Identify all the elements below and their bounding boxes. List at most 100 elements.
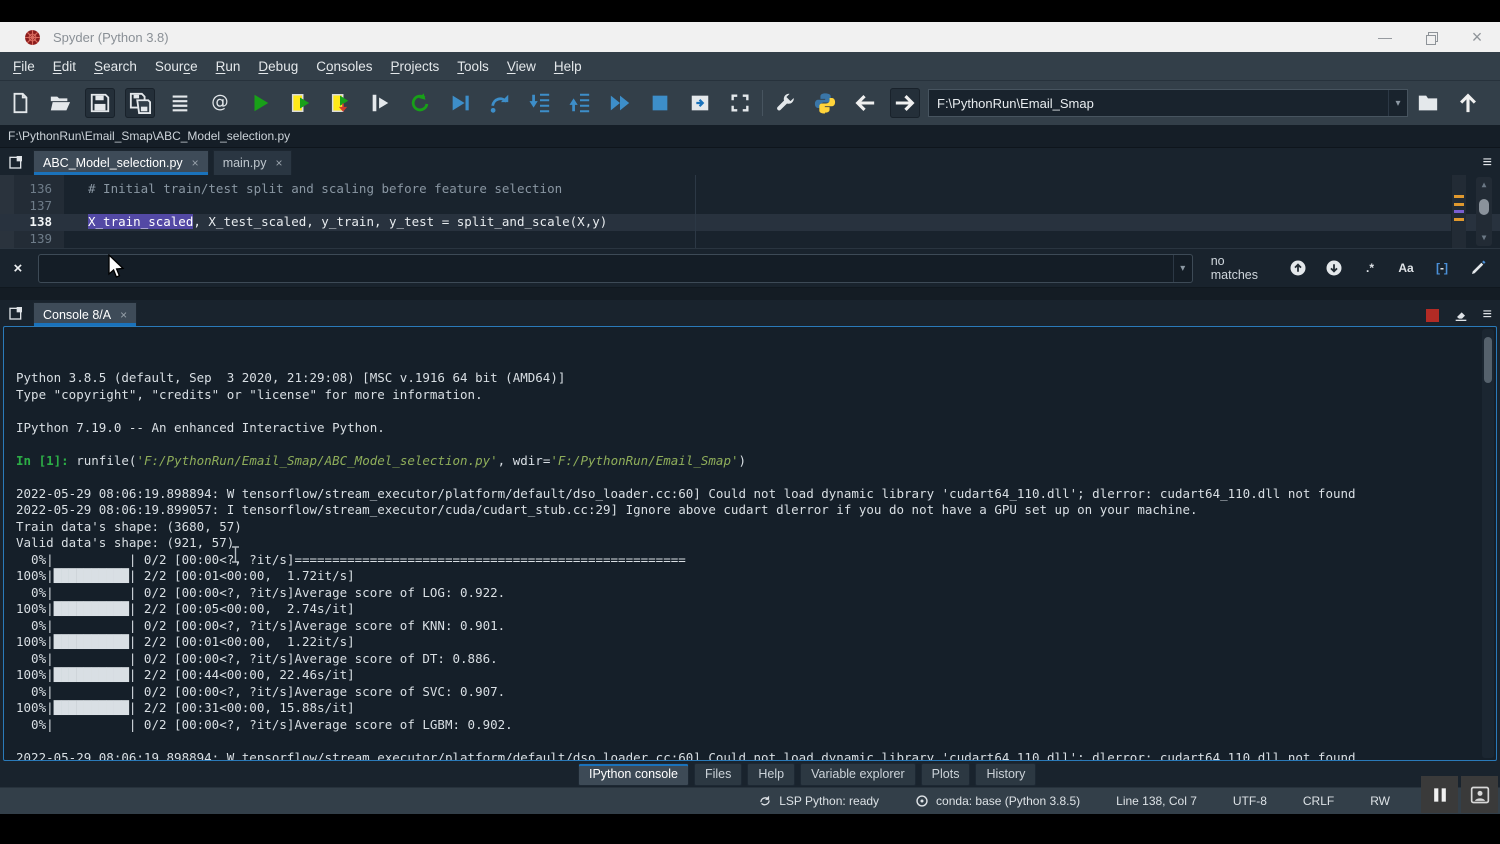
warning-flag[interactable] <box>1454 195 1464 198</box>
navigate-forward-button[interactable] <box>890 88 920 118</box>
regex-toggle-icon[interactable]: .* <box>1358 256 1382 280</box>
debug-stop-button[interactable] <box>645 88 675 118</box>
clear-console-icon[interactable] <box>1453 307 1469 323</box>
close-tab-icon[interactable]: × <box>192 156 199 170</box>
wrench-icon <box>774 92 796 114</box>
console-scrollbar-thumb[interactable] <box>1484 337 1492 383</box>
console-tab-label: Console 8/A <box>43 308 111 322</box>
run-cell-button[interactable] <box>285 88 315 118</box>
close-tab-icon[interactable]: × <box>275 156 282 170</box>
step-return-button[interactable] <box>565 88 595 118</box>
menu-item-run[interactable]: Run <box>207 55 250 78</box>
working-directory-input[interactable] <box>929 96 1388 111</box>
close-find-icon[interactable]: × <box>10 260 26 277</box>
webcam-button[interactable] <box>1461 776 1498 813</box>
debug-file-button[interactable] <box>445 88 475 118</box>
menu-item-source[interactable]: Source <box>146 55 207 78</box>
browse-tabs-icon[interactable] <box>3 151 29 173</box>
find-next-icon[interactable] <box>1322 256 1346 280</box>
console-line: 100%|██████████| 2/2 [00:01<00:00, 1.72i… <box>16 568 1496 585</box>
pane-tab-plots[interactable]: Plots <box>921 763 971 786</box>
minimize-button[interactable]: — <box>1362 22 1408 52</box>
tab-main-py[interactable]: main.py × <box>213 150 293 175</box>
search-history-dropdown-icon[interactable]: ▾ <box>1173 255 1192 282</box>
menu-item-edit[interactable]: Edit <box>44 55 85 78</box>
save-file-button[interactable] <box>85 88 115 118</box>
code-editor[interactable]: 136# Initial train/test split and scalin… <box>0 175 1500 248</box>
console-tab[interactable]: Console 8/A × <box>33 302 137 326</box>
browse-console-tabs-icon[interactable] <box>3 302 29 324</box>
toolbar-nav-group <box>770 88 920 118</box>
maximize-pane-button[interactable] <box>725 88 755 118</box>
menu-item-view[interactable]: View <box>498 55 545 78</box>
pythonpath-manager-button[interactable] <box>810 88 840 118</box>
close-button[interactable]: × <box>1454 22 1500 52</box>
search-field[interactable]: ▾ <box>38 254 1193 283</box>
whole-words-toggle-icon[interactable]: [-] <box>1430 256 1454 280</box>
find-bar: × ▾ no matches .* Aa [-] <box>0 248 1500 288</box>
combo-dropdown-icon[interactable]: ▾ <box>1388 90 1407 116</box>
browse-working-directory-button[interactable] <box>1413 88 1443 118</box>
menu-item-consoles[interactable]: Consoles <box>307 55 381 78</box>
close-console-icon[interactable]: × <box>120 308 127 322</box>
warning-flag[interactable] <box>1454 203 1464 206</box>
pane-tab-files[interactable]: Files <box>694 763 742 786</box>
scroll-flag-area[interactable] <box>1451 175 1466 248</box>
pane-divider[interactable] <box>0 288 1500 300</box>
interrupt-kernel-icon[interactable] <box>1426 309 1439 322</box>
find-previous-icon[interactable] <box>1286 256 1310 280</box>
search-input[interactable] <box>39 261 1173 276</box>
menu-item-file[interactable]: File <box>4 55 44 78</box>
back-icon <box>854 92 876 114</box>
run-file-button[interactable] <box>245 88 275 118</box>
pane-tab-history[interactable]: History <box>975 763 1036 786</box>
console-line: Python 3.8.5 (default, Sep 3 2020, 21:29… <box>16 370 1496 387</box>
occurrence-flag[interactable] <box>1454 210 1464 213</box>
editor-line-136: 136# Initial train/test split and scalin… <box>0 181 1500 198</box>
symbol-finder-button[interactable]: @ <box>205 88 235 118</box>
warning-flag[interactable] <box>1454 218 1464 221</box>
pane-tab-ipython-console[interactable]: IPython console <box>578 763 689 786</box>
save-all-button[interactable] <box>125 88 155 118</box>
new-file-button[interactable] <box>5 88 35 118</box>
rerun-cell-button[interactable] <box>405 88 435 118</box>
working-directory-combo[interactable]: ▾ <box>928 89 1408 117</box>
pane-tab-help[interactable]: Help <box>747 763 795 786</box>
lsp-status: LSP Python: ready <box>758 794 879 808</box>
navigate-back-button[interactable] <box>850 88 880 118</box>
run-cell-advance-button[interactable] <box>325 88 355 118</box>
preferences-button[interactable] <box>770 88 800 118</box>
debug-continue-button[interactable] <box>605 88 635 118</box>
match-case-toggle-icon[interactable]: Aa <box>1394 256 1418 280</box>
console-options-icon[interactable]: ≡ <box>1483 307 1492 323</box>
scroll-down-icon[interactable]: ▼ <box>1476 234 1492 242</box>
console-scrollbar[interactable] <box>1482 329 1494 758</box>
step-over-button[interactable] <box>485 88 515 118</box>
scrollbar-thumb[interactable] <box>1479 199 1489 215</box>
tab-abc-model-selection[interactable]: ABC_Model_selection.py × <box>33 150 209 175</box>
menu-item-help[interactable]: Help <box>545 55 591 78</box>
parent-directory-button[interactable] <box>1453 88 1483 118</box>
scroll-up-icon[interactable]: ▲ <box>1476 181 1492 189</box>
run-external-window-button[interactable] <box>685 88 715 118</box>
open-file-button[interactable] <box>45 88 75 118</box>
pause-recording-button[interactable] <box>1421 776 1458 813</box>
console-line: 100%|██████████| 2/2 [00:44<00:00, 22.46… <box>16 667 1496 684</box>
console-body[interactable]: Python 3.8.5 (default, Sep 3 2020, 21:29… <box>3 326 1497 761</box>
menu-item-search[interactable]: Search <box>85 55 146 78</box>
pane-tab-variable-explorer[interactable]: Variable explorer <box>800 763 916 786</box>
menu-item-debug[interactable]: Debug <box>249 55 307 78</box>
run-selection-button[interactable] <box>365 88 395 118</box>
menu-item-projects[interactable]: Projects <box>382 55 449 78</box>
step-into-button[interactable] <box>525 88 555 118</box>
lsp-icon <box>758 794 772 808</box>
file-switcher-button[interactable] <box>165 88 195 118</box>
code-text <box>64 198 96 215</box>
console-line <box>16 733 1496 750</box>
console-toolbar: ≡ <box>1426 307 1492 323</box>
tabbar-options-icon[interactable]: ≡ <box>1483 155 1492 171</box>
menu-item-tools[interactable]: Tools <box>448 55 498 78</box>
highlight-matches-icon[interactable] <box>1466 256 1490 280</box>
restore-button[interactable] <box>1408 22 1454 52</box>
editor-scrollbar[interactable]: ▲ ▼ <box>1476 177 1492 246</box>
